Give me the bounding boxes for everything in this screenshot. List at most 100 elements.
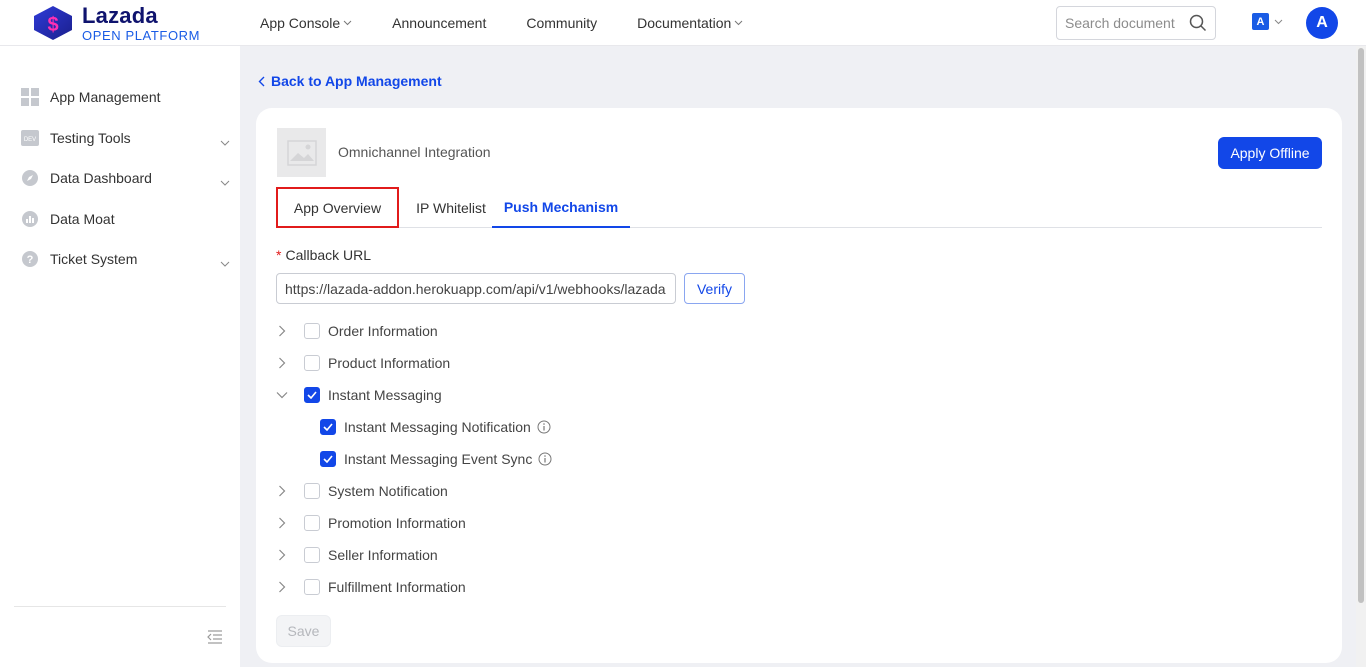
tree-item-label: Instant Messaging Event Sync (344, 451, 533, 467)
checkbox[interactable] (304, 515, 320, 531)
callback-url-input[interactable] (276, 273, 676, 304)
scrollbar-thumb[interactable] (1358, 48, 1364, 603)
tree-subitem-im-notification: Instant Messaging Notification (320, 417, 551, 437)
svg-text:?: ? (27, 254, 34, 266)
tree-item-fulfillment-information: Fulfillment Information (276, 577, 466, 597)
callback-url-label: * Callback URL (276, 247, 371, 263)
info-icon[interactable] (538, 452, 552, 466)
nav-announcement[interactable]: Announcement (392, 15, 486, 31)
tree-subitem-im-event-sync: Instant Messaging Event Sync (320, 449, 552, 469)
sidebar-item-ticket-system[interactable]: ? Ticket System (0, 241, 240, 277)
sidebar-item-testing-tools[interactable]: DEV Testing Tools (0, 120, 240, 156)
page-scrollbar[interactable] (1356, 46, 1366, 667)
chevron-right-icon[interactable] (276, 517, 288, 529)
search-box (1056, 6, 1216, 40)
lazada-logo-icon: $ (30, 4, 76, 42)
sidebar-item-label: Data Moat (50, 211, 115, 227)
chevron-down-icon (734, 20, 743, 26)
checkbox[interactable] (320, 419, 336, 435)
tree-item-label: Fulfillment Information (328, 579, 466, 595)
checkbox[interactable] (304, 483, 320, 499)
tree-item-order-information: Order Information (276, 321, 438, 341)
verify-button[interactable]: Verify (684, 273, 745, 304)
chevron-down-icon (1274, 19, 1283, 25)
back-to-app-management-link[interactable]: Back to App Management (258, 73, 442, 89)
chevron-right-icon[interactable] (276, 485, 288, 497)
tree-item-seller-information: Seller Information (276, 545, 438, 565)
callback-url-label-text: Callback URL (285, 247, 372, 263)
nav-community-label: Community (526, 15, 598, 31)
checkmark-icon (323, 423, 333, 431)
chevron-right-icon[interactable] (276, 325, 288, 337)
brand-subtitle: OPEN PLATFORM (82, 27, 201, 43)
dev-icon: DEV (21, 129, 39, 147)
user-avatar[interactable]: A (1306, 7, 1338, 39)
sidebar-divider (14, 606, 226, 607)
tree-item-label: Product Information (328, 355, 451, 371)
sidebar-item-label: Ticket System (50, 251, 138, 267)
tree-item-label: Order Information (328, 323, 438, 339)
help-icon: ? (21, 250, 39, 268)
top-header: $ Lazada OPEN PLATFORM App Console Annou… (0, 0, 1366, 46)
search-input[interactable] (1065, 15, 1183, 31)
tab-ip-whitelist[interactable]: IP Whitelist (408, 187, 494, 228)
apply-offline-button[interactable]: Apply Offline (1218, 137, 1322, 169)
chevron-down-icon (220, 254, 230, 270)
save-button[interactable]: Save (276, 615, 331, 647)
chevron-right-icon[interactable] (276, 357, 288, 369)
checkbox[interactable] (304, 387, 320, 403)
checkbox[interactable] (304, 579, 320, 595)
search-icon[interactable] (1189, 14, 1207, 35)
lazada-logo[interactable]: $ Lazada OPEN PLATFORM (30, 4, 200, 42)
sidebar-item-data-dashboard[interactable]: Data Dashboard (0, 160, 240, 196)
checkbox[interactable] (304, 323, 320, 339)
info-icon[interactable] (537, 420, 551, 434)
brand-name: Lazada (82, 2, 158, 28)
sidebar-item-data-moat[interactable]: Data Moat (0, 201, 240, 237)
chevron-right-icon[interactable] (276, 549, 288, 561)
checkbox[interactable] (304, 355, 320, 371)
tree-item-system-notification: System Notification (276, 481, 448, 501)
collapse-sidebar-icon[interactable] (207, 630, 223, 647)
chevron-right-icon[interactable] (276, 581, 288, 593)
chevron-down-icon[interactable] (276, 389, 288, 401)
tab-bar: App Overview IP Whitelist Push Mechanism (276, 187, 1322, 228)
app-thumbnail (277, 128, 326, 177)
tree-item-label: Instant Messaging (328, 387, 442, 403)
checkbox[interactable] (320, 451, 336, 467)
sidebar-item-app-management[interactable]: App Management (0, 79, 240, 115)
required-mark: * (276, 247, 282, 263)
tree-item-promotion-information: Promotion Information (276, 513, 466, 533)
sidebar: App Management DEV Testing Tools Data Da… (0, 46, 240, 667)
top-nav: App Console Announcement Community Docum… (260, 0, 783, 46)
tree-item-label: Promotion Information (328, 515, 466, 531)
nav-announcement-label: Announcement (392, 15, 487, 31)
chevron-down-icon (220, 173, 230, 189)
checkbox[interactable] (304, 547, 320, 563)
app-detail-card: Omnichannel Integration Apply Offline Ap… (256, 108, 1342, 663)
sidebar-item-label: Testing Tools (50, 130, 131, 146)
svg-text:$: $ (47, 14, 58, 36)
grid-icon (21, 88, 39, 106)
image-placeholder-icon (286, 139, 317, 166)
tree-item-label: Instant Messaging Notification (344, 419, 531, 435)
nav-app-console-label: App Console (260, 15, 341, 31)
tree-item-label: System Notification (328, 483, 448, 499)
tab-label: Push Mechanism (503, 198, 619, 215)
sidebar-item-label: App Management (50, 89, 161, 105)
nav-app-console[interactable]: App Console (260, 15, 352, 31)
nav-documentation-label: Documentation (637, 15, 732, 31)
nav-documentation[interactable]: Documentation (637, 15, 743, 31)
nav-community[interactable]: Community (526, 15, 597, 31)
sidebar-item-label: Data Dashboard (50, 170, 152, 186)
tree-item-instant-messaging: Instant Messaging (276, 385, 442, 405)
tab-label: IP Whitelist (416, 199, 486, 216)
tab-push-mechanism[interactable]: Push Mechanism (492, 187, 630, 228)
tab-label: App Overview (293, 199, 382, 216)
tab-app-overview[interactable]: App Overview (276, 187, 399, 228)
tree-item-label: Seller Information (328, 547, 438, 563)
checkmark-icon (307, 391, 317, 399)
language-switcher[interactable]: A (1252, 13, 1283, 30)
chart-icon (21, 210, 39, 228)
app-name: Omnichannel Integration (338, 144, 491, 160)
